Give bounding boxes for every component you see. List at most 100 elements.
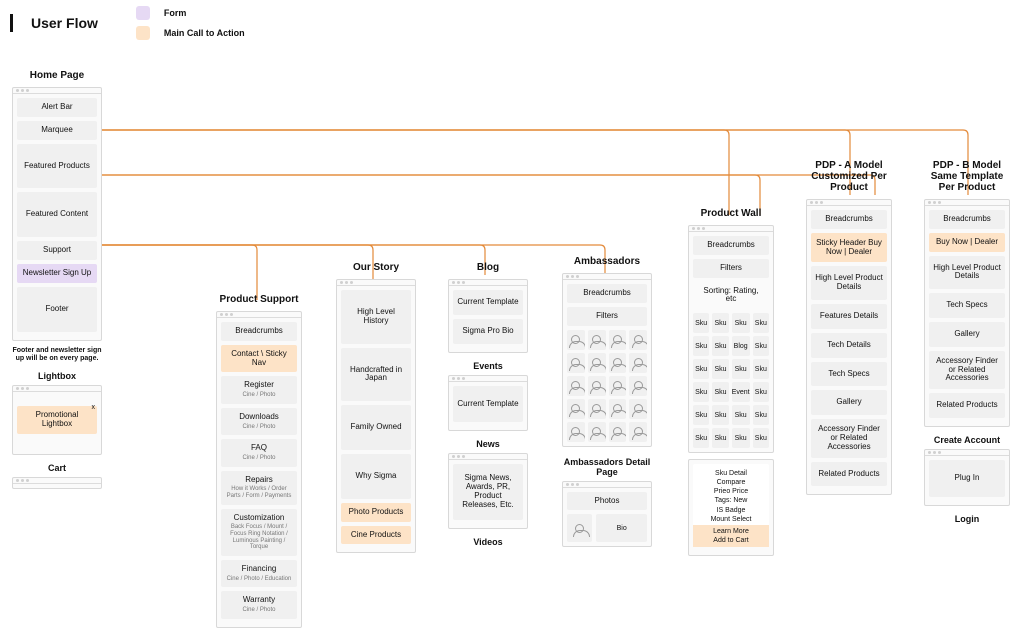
wall-grid-cell[interactable]: Sku: [712, 405, 728, 425]
amb-grid-cell[interactable]: [588, 376, 606, 396]
pdpB-accessory[interactable]: Accessory Finder or Related Accessories: [929, 351, 1005, 389]
support-faq[interactable]: FAQCine / Photo: [221, 439, 297, 466]
support-warranty[interactable]: WarrantyCine / Photo: [221, 591, 297, 618]
amb-grid-cell[interactable]: [609, 376, 627, 396]
story-handcrafted[interactable]: Handcrafted in Japan: [341, 348, 411, 402]
sku-popover-cta[interactable]: Learn More Add to Cart: [693, 525, 769, 547]
amb-grid-cell[interactable]: [567, 399, 585, 419]
story-photo-cta[interactable]: Photo Products: [341, 503, 411, 522]
amb-grid-cell[interactable]: [567, 376, 585, 396]
home-alert-bar[interactable]: Alert Bar: [17, 98, 97, 117]
pdpB-gallery[interactable]: Gallery: [929, 322, 1005, 347]
home-footer[interactable]: Footer: [17, 287, 97, 332]
story-cine-cta[interactable]: Cine Products: [341, 526, 411, 545]
support-sticky-contact[interactable]: Contact \ Sticky Nav: [221, 345, 297, 373]
wall-grid-cell[interactable]: Sku: [732, 359, 750, 379]
wall-grid-cell[interactable]: Sku: [753, 428, 769, 448]
wall-grid-cell[interactable]: Sku: [712, 313, 728, 333]
support-customization[interactable]: CustomizationBack Focus / Mount / Focus …: [221, 509, 297, 556]
wall-grid-cell[interactable]: Blog: [732, 336, 750, 356]
pdpB-tech-specs[interactable]: Tech Specs: [929, 293, 1005, 318]
story-history[interactable]: High Level History: [341, 290, 411, 344]
wall-grid-cell[interactable]: Sku: [712, 428, 728, 448]
amb-grid-cell[interactable]: [567, 330, 585, 350]
wall-grid-cell[interactable]: Sku: [693, 336, 709, 356]
support-breadcrumbs[interactable]: Breadcrumbs: [221, 322, 297, 341]
wall-breadcrumbs[interactable]: Breadcrumbs: [693, 236, 769, 255]
pdpA-features[interactable]: Features Details: [811, 304, 887, 329]
pdpA-tech-details[interactable]: Tech Details: [811, 333, 887, 358]
events-current-template[interactable]: Current Template: [453, 386, 523, 423]
amb-grid-cell[interactable]: [629, 330, 647, 350]
amb-grid-cell[interactable]: [629, 399, 647, 419]
wall-grid-cell[interactable]: Sku: [693, 428, 709, 448]
wall-grid-cell[interactable]: Sku: [693, 359, 709, 379]
pdpA-tech-specs[interactable]: Tech Specs: [811, 362, 887, 387]
wall-sorting[interactable]: Sorting: Rating, etc: [693, 282, 769, 310]
pdpB-buy-now[interactable]: Buy Now | Dealer: [929, 233, 1005, 252]
wall-grid-cell[interactable]: Sku: [753, 336, 769, 356]
support-heading: Product Support: [216, 294, 302, 305]
create-plugin[interactable]: Plug In: [929, 460, 1005, 497]
pdpB-breadcrumbs[interactable]: Breadcrumbs: [929, 210, 1005, 229]
wall-grid-cell[interactable]: Sku: [753, 359, 769, 379]
story-why[interactable]: Why Sigma: [341, 454, 411, 499]
pdpA-high-level[interactable]: High Level Product Details: [811, 266, 887, 300]
amb-grid-cell[interactable]: [629, 376, 647, 396]
amb-grid-cell[interactable]: [629, 353, 647, 373]
amb-breadcrumbs[interactable]: Breadcrumbs: [567, 284, 647, 303]
wall-grid-cell[interactable]: Sku: [712, 359, 728, 379]
sku-popover-body[interactable]: Sku Detail Compare Prieo Price Tags: New…: [693, 464, 769, 547]
wall-grid-cell[interactable]: Sku: [753, 313, 769, 333]
blog-current-template[interactable]: Current Template: [453, 290, 523, 315]
pdpA-breadcrumbs[interactable]: Breadcrumbs: [811, 210, 887, 229]
amb-detail-photos[interactable]: Photos: [567, 492, 647, 511]
wall-grid-cell[interactable]: Sku: [693, 313, 709, 333]
pdpA-accessory[interactable]: Accessory Finder or Related Accessories: [811, 419, 887, 457]
wall-grid-cell[interactable]: Event: [732, 382, 750, 402]
amb-grid-cell[interactable]: [588, 399, 606, 419]
wall-grid-cell[interactable]: Sku: [712, 382, 728, 402]
pdpA-related[interactable]: Related Products: [811, 462, 887, 487]
wall-grid-cell[interactable]: Sku: [732, 405, 750, 425]
amb-grid-cell[interactable]: [588, 330, 606, 350]
news-item[interactable]: Sigma News, Awards, PR, Product Releases…: [453, 464, 523, 519]
amb-filters[interactable]: Filters: [567, 307, 647, 326]
amb-grid-cell[interactable]: [609, 399, 627, 419]
amb-grid-cell[interactable]: [609, 353, 627, 373]
amb-grid-cell[interactable]: [567, 422, 585, 442]
amb-grid-cell[interactable]: [629, 422, 647, 442]
home-newsletter[interactable]: Newsletter Sign Up: [17, 264, 97, 283]
pdpB-related[interactable]: Related Products: [929, 393, 1005, 418]
amb-grid-cell[interactable]: [567, 353, 585, 373]
blog-sigma-pro-bio[interactable]: Sigma Pro Bio: [453, 319, 523, 344]
news-panel: Sigma News, Awards, PR, Product Releases…: [448, 453, 528, 528]
pdpA-gallery[interactable]: Gallery: [811, 390, 887, 415]
wall-grid-cell[interactable]: Sku: [732, 428, 750, 448]
wall-grid-cell[interactable]: Sku: [753, 382, 769, 402]
wall-grid-cell[interactable]: Sku: [693, 405, 709, 425]
amb-detail-bio[interactable]: Bio: [596, 514, 647, 542]
amb-grid-cell[interactable]: [609, 422, 627, 442]
home-featured-content[interactable]: Featured Content: [17, 192, 97, 237]
story-family[interactable]: Family Owned: [341, 405, 411, 450]
home-marquee[interactable]: Marquee: [17, 121, 97, 140]
wall-filters[interactable]: Filters: [693, 259, 769, 278]
pdpB-high-level[interactable]: High Level Product Details: [929, 256, 1005, 290]
amb-grid-cell[interactable]: [609, 330, 627, 350]
wall-grid-cell[interactable]: Sku: [732, 313, 750, 333]
wall-grid-cell[interactable]: Sku: [712, 336, 728, 356]
support-financing[interactable]: FinancingCine / Photo / Education: [221, 560, 297, 587]
home-support[interactable]: Support: [17, 241, 97, 260]
amb-grid-cell[interactable]: [588, 353, 606, 373]
support-downloads[interactable]: DownloadsCine / Photo: [221, 408, 297, 435]
lightbox-promo[interactable]: Promotional Lightbox x: [17, 406, 97, 434]
home-featured-products[interactable]: Featured Products: [17, 144, 97, 189]
pdpA-sticky-buy[interactable]: Sticky Header Buy Now | Dealer: [811, 233, 887, 263]
wall-grid-cell[interactable]: Sku: [693, 382, 709, 402]
amb-grid-cell[interactable]: [588, 422, 606, 442]
wall-grid-cell[interactable]: Sku: [753, 405, 769, 425]
support-register[interactable]: RegisterCine / Photo: [221, 376, 297, 403]
support-repairs[interactable]: RepairsHow it Works / Order Parts / Form…: [221, 471, 297, 505]
close-icon[interactable]: x: [92, 404, 96, 412]
